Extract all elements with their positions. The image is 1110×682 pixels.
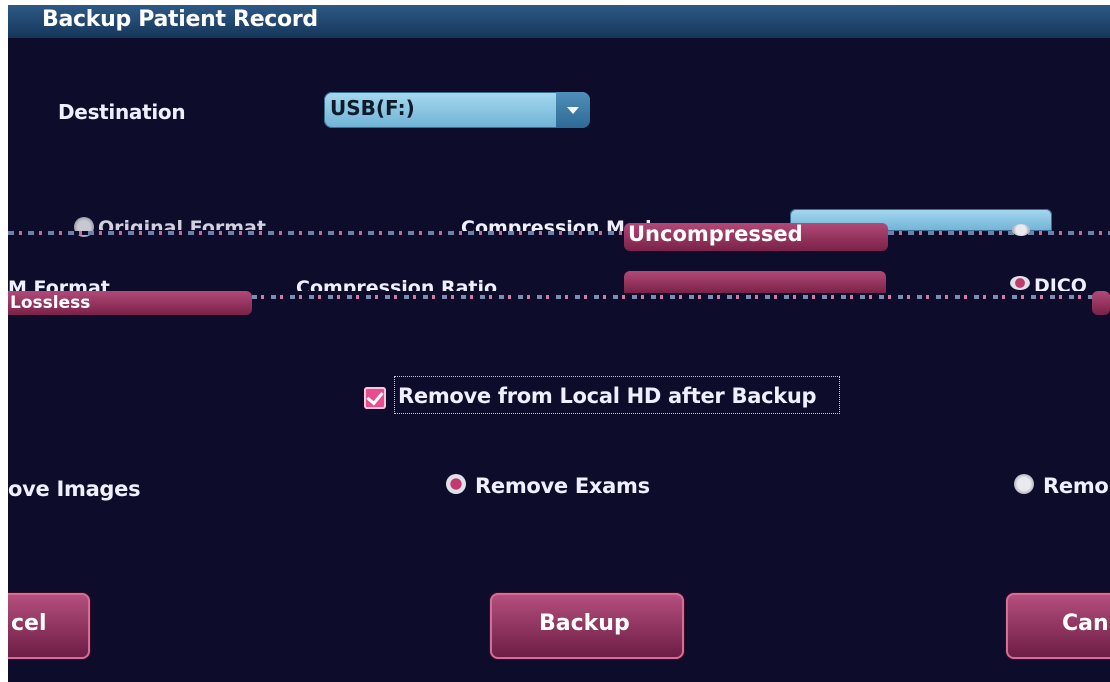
scanline-artifact — [8, 231, 1110, 235]
remove-images-label[interactable]: ove Images — [8, 477, 141, 501]
remove-more-label[interactable]: Remo — [1043, 474, 1109, 498]
lossless-value: Lossless — [10, 293, 91, 313]
destination-label: Destination — [58, 100, 186, 124]
remove-local-label[interactable]: Remove from Local HD after Backup — [398, 384, 817, 408]
remove-exams-radio[interactable] — [446, 474, 466, 494]
backup-patient-record-dialog: Backup Patient Record Destination USB(F:… — [8, 5, 1110, 682]
remove-more-radio[interactable] — [1014, 474, 1034, 494]
destination-dropdown[interactable]: USB(F:) — [324, 92, 590, 128]
title-bar: Backup Patient Record — [8, 5, 1110, 38]
compression-ratio-dropdown[interactable] — [624, 271, 886, 293]
remove-local-checkbox[interactable] — [364, 387, 386, 409]
cancel-button-right-label: Can — [1062, 611, 1109, 636]
backup-button-label: Backup — [539, 611, 630, 636]
cancel-button-left-label: cel — [11, 611, 47, 636]
remove-exams-label[interactable]: Remove Exams — [475, 474, 650, 498]
dicom-label: DICO — [1034, 275, 1087, 291]
dialog-title: Backup Patient Record — [42, 7, 318, 32]
scanline-artifact-2 — [252, 295, 1110, 299]
dicom-format-label: M Format — [8, 277, 110, 291]
compression-mode-value: Uncompressed — [628, 222, 803, 246]
dropdown-artifact — [1092, 291, 1110, 315]
original-format-label: Original Format — [98, 217, 266, 230]
chevron-down-icon[interactable] — [556, 92, 590, 128]
destination-value: USB(F:) — [330, 96, 415, 120]
radio-artifact — [1012, 224, 1030, 236]
compression-ratio-label: Compression Ratio — [296, 277, 498, 291]
dicom-radio[interactable] — [1010, 276, 1030, 290]
cancel-button-right[interactable]: Can — [1006, 593, 1110, 659]
cancel-button-left[interactable]: cel — [8, 593, 90, 659]
backup-button[interactable]: Backup — [490, 593, 684, 659]
